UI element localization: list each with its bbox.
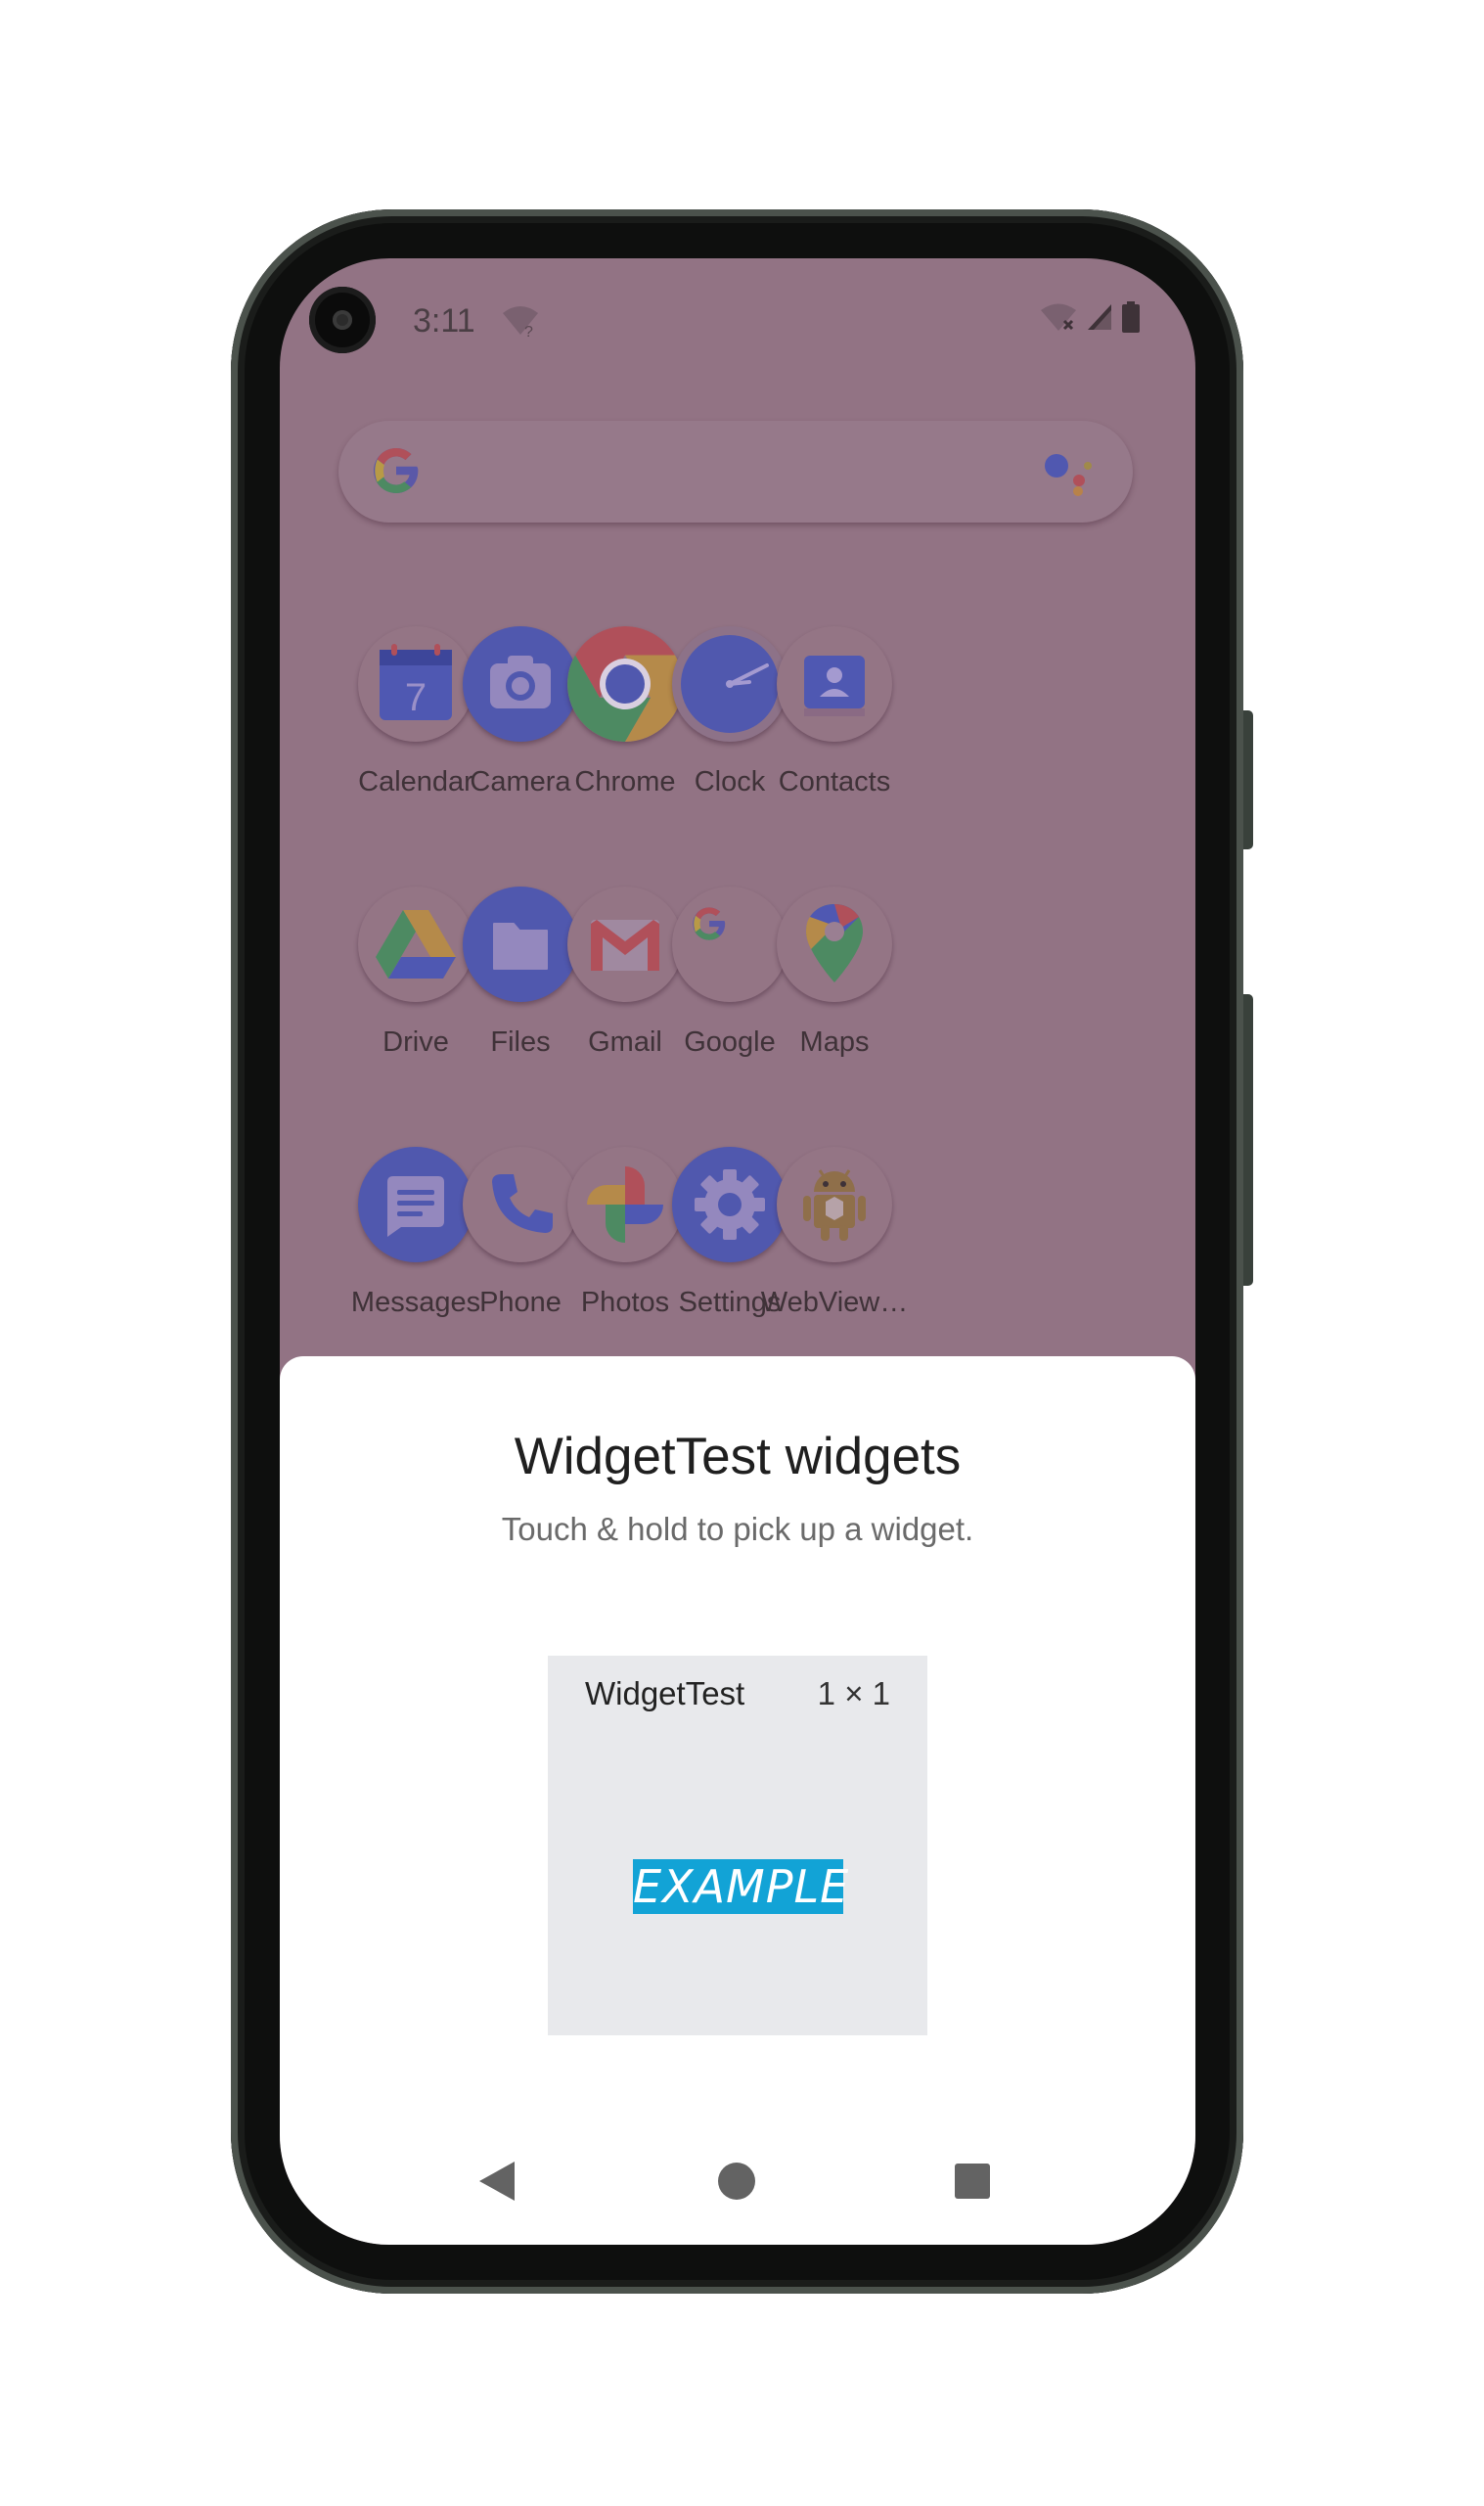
app-contacts[interactable]: Contacts <box>749 626 920 822</box>
home-button[interactable] <box>718 2163 755 2200</box>
google-g-icon <box>374 448 420 493</box>
app-label: Maps <box>799 1026 870 1058</box>
status-time: 3:11 <box>413 302 475 340</box>
assistant-icon[interactable] <box>1043 448 1100 497</box>
widget-name: WidgetTest <box>585 1675 745 1711</box>
screen: 3:11 ? 7 Calendar Camera Chrome Clock Co… <box>280 258 1195 2245</box>
sheet-subtitle: Touch & hold to pick up a widget. <box>501 1511 974 1547</box>
volume-button[interactable] <box>1243 994 1253 1286</box>
front-camera <box>309 287 376 353</box>
app-label: WebView… <box>760 1287 909 1318</box>
wifi-question-icon: ? <box>503 306 538 339</box>
maps-icon <box>806 904 863 982</box>
app-webview[interactable]: WebView… <box>749 1147 920 1343</box>
search-bar[interactable] <box>338 421 1133 523</box>
recents-button[interactable] <box>955 2164 990 2199</box>
sheet-title: WidgetTest widgets <box>514 1428 962 1485</box>
back-icon[interactable] <box>477 2160 517 2203</box>
app-maps[interactable]: Maps <box>749 887 920 1082</box>
wifi-off-icon <box>1041 303 1076 331</box>
contacts-icon <box>804 656 865 716</box>
status-icons <box>1039 301 1141 333</box>
power-button[interactable] <box>1243 710 1253 849</box>
widget-size: 1 × 1 <box>817 1675 890 1711</box>
battery-icon <box>1122 301 1140 333</box>
widget-picker-sheet: WidgetTest widgets Touch & hold to pick … <box>280 1356 1195 2245</box>
widget-preview: EXAMPLE <box>633 1859 850 1914</box>
calendar-day: 7 <box>405 676 427 719</box>
signal-icon <box>1088 304 1111 330</box>
app-label: Contacts <box>778 766 891 797</box>
svg-text:?: ? <box>524 324 533 339</box>
widget-card[interactable]: WidgetTest 1 × 1 EXAMPLE <box>548 1656 927 2035</box>
android-icon <box>803 1169 866 1241</box>
